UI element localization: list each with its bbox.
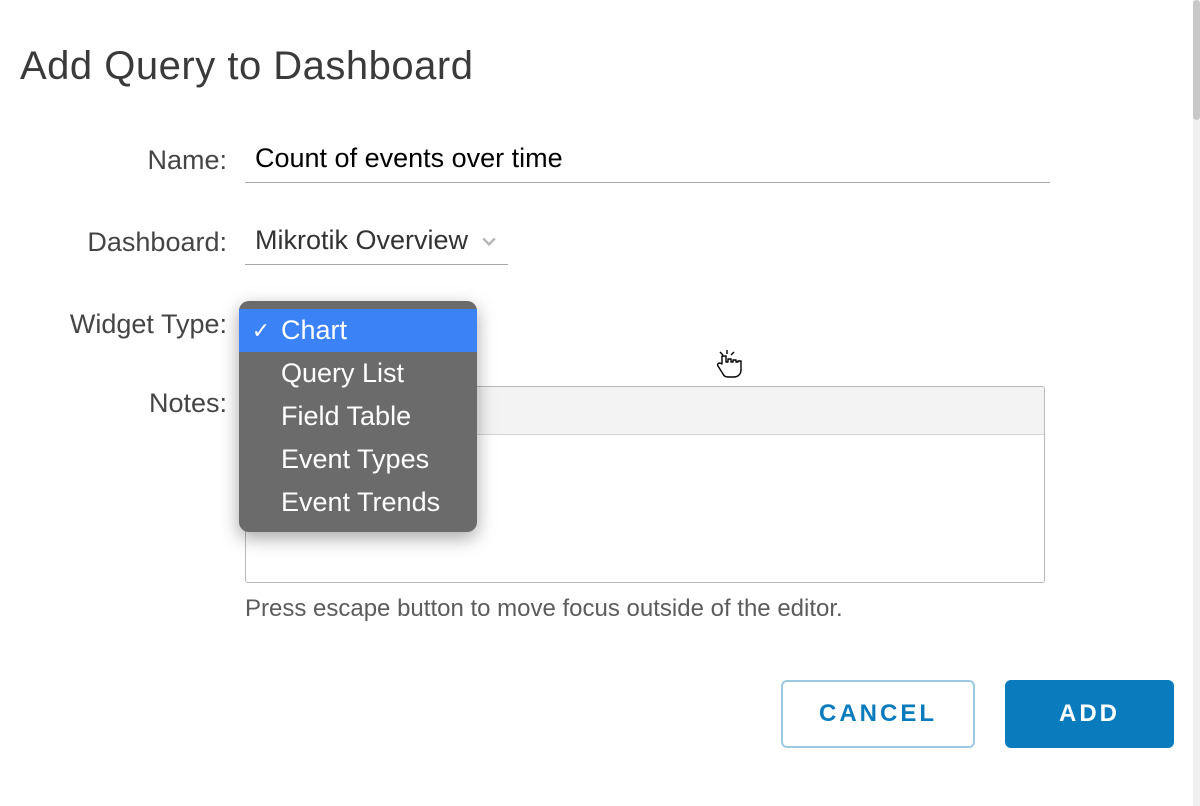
widget-type-option-event-trends[interactable]: Event Trends bbox=[239, 481, 477, 524]
add-button[interactable]: ADD bbox=[1005, 680, 1174, 748]
dropdown-item-label: Event Trends bbox=[281, 487, 440, 518]
row-widget-type: Widget Type: Chart ✓ Chart Qu bbox=[20, 307, 1170, 356]
widget-type-option-query-list[interactable]: Query List bbox=[239, 352, 477, 395]
row-notes: Notes: Press escape button to move focus… bbox=[20, 386, 1170, 623]
dialog-actions: CANCEL ADD bbox=[781, 680, 1174, 748]
dropdown-item-label: Query List bbox=[281, 358, 404, 389]
widget-type-option-field-table[interactable]: Field Table bbox=[239, 395, 477, 438]
row-dashboard: Dashboard: Mikrotik Overview bbox=[20, 225, 1170, 265]
dropdown-item-label: Event Types bbox=[281, 444, 429, 475]
dashboard-select-value: Mikrotik Overview bbox=[255, 225, 468, 256]
label-name: Name: bbox=[20, 143, 245, 176]
notes-hint: Press escape button to move focus outsid… bbox=[245, 595, 1170, 623]
dialog-form: Name: Dashboard: Mikrotik Overview Widge… bbox=[20, 143, 1170, 623]
cancel-button[interactable]: CANCEL bbox=[781, 680, 975, 748]
check-icon: ✓ bbox=[251, 318, 271, 344]
add-query-dialog: Add Query to Dashboard Name: Dashboard: … bbox=[20, 44, 1170, 623]
label-widget-type: Widget Type: bbox=[20, 307, 245, 340]
scrollbar-vertical[interactable] bbox=[1193, 0, 1200, 806]
chevron-down-icon bbox=[478, 230, 500, 252]
row-name: Name: bbox=[20, 143, 1170, 183]
label-notes: Notes: bbox=[20, 386, 245, 419]
widget-type-option-chart[interactable]: ✓ Chart bbox=[239, 309, 477, 352]
widget-type-dropdown[interactable]: ✓ Chart Query List Field Table Event Typ… bbox=[239, 301, 477, 532]
dropdown-item-label: Chart bbox=[281, 315, 347, 346]
widget-type-option-event-types[interactable]: Event Types bbox=[239, 438, 477, 481]
dashboard-select[interactable]: Mikrotik Overview bbox=[245, 225, 508, 265]
label-dashboard: Dashboard: bbox=[20, 225, 245, 258]
name-input[interactable] bbox=[245, 143, 1050, 183]
dropdown-item-label: Field Table bbox=[281, 401, 411, 432]
dialog-title: Add Query to Dashboard bbox=[20, 44, 1170, 89]
scrollbar-thumb[interactable] bbox=[1193, 0, 1200, 120]
